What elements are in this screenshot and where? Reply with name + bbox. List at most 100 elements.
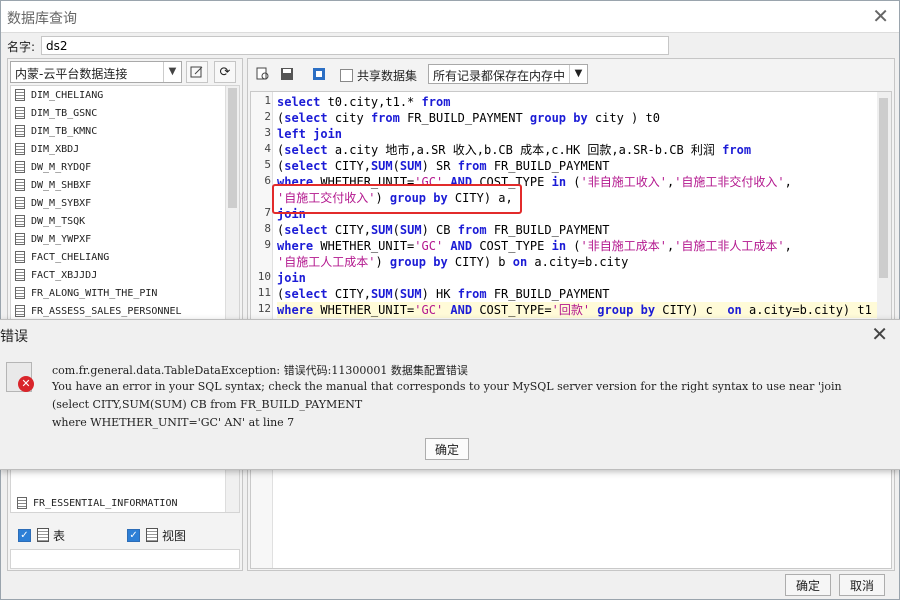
connection-select[interactable]: 内蒙-云平台数据连接 ▼: [10, 61, 182, 83]
table-icon: [17, 497, 27, 509]
parameter-icon[interactable]: [308, 63, 330, 85]
line-number: 3: [264, 126, 271, 139]
table-icon: [15, 251, 25, 263]
code-line: (select city from FR_BUILD_PAYMENT group…: [277, 111, 660, 125]
table-list-item[interactable]: DW_M_SYBXF: [11, 194, 226, 212]
table-name: DW_M_SHBXF: [31, 179, 92, 191]
table-name: DW_M_YWPXF: [31, 233, 92, 245]
code-line: (select a.city 地市,a.SR 收入,b.CB 成本,c.HK 回…: [277, 143, 752, 157]
table-name: FR_ASSESS_SALES_PERSONNEL: [31, 305, 182, 317]
table-icon: [15, 143, 25, 155]
share-dataset-option[interactable]: 共享数据集: [340, 67, 417, 84]
left-panel: 内蒙-云平台数据连接 ▼ ⟳ DIM_CHELIANG DIM_TB_GSNC DI…: [7, 58, 243, 571]
table-name: DIM_CHELIANG: [31, 89, 104, 101]
code-line: '自施工人工成本') group by CITY) b on a.city=b.…: [277, 255, 629, 269]
line-number: 6: [264, 174, 271, 187]
table-icon: [37, 528, 49, 542]
database-query-dialog: 数据库查询 ✕ 名字: 内蒙-云平台数据连接 ▼ ⟳ DIM_CHELIANGD…: [0, 0, 900, 600]
dialog-titlebar: 数据库查询 ✕: [1, 1, 899, 33]
view-option-label: 视图: [162, 528, 187, 543]
share-dataset-label: 共享数据集: [357, 69, 418, 83]
close-icon[interactable]: ✕: [872, 5, 889, 27]
code-line: left join: [277, 127, 343, 141]
line-number: 9: [264, 238, 271, 251]
code-line: (select CITY,SUM(SUM) HK from FR_BUILD_P…: [277, 287, 610, 301]
table-name: FR_ESSENTIAL_INFORMATION: [33, 497, 178, 509]
table-checkbox[interactable]: ✓: [18, 528, 31, 542]
line-number: 7: [264, 206, 271, 219]
error-message-line: where WHETHER_UNIT='GC' AN' at line 7: [52, 416, 295, 429]
code-line: (select CITY,SUM(SUM) CB from FR_BUILD_P…: [277, 223, 610, 237]
table-rows: DIM_CHELIANG DIM_TB_GSNC DIM_TB_KMNC DIM_XB…: [11, 86, 226, 320]
refresh-icon[interactable]: ⟳: [214, 61, 236, 83]
table-icon: [15, 215, 25, 227]
view-options: ✓ 表 ✓ 视图: [18, 525, 186, 545]
table-icon: [15, 197, 25, 209]
code-line-current: where WHETHER_UNIT='GC' AND COST_TYPE='回…: [277, 302, 891, 318]
error-icon: ✕: [18, 376, 34, 392]
connection-select-value: 内蒙-云平台数据连接: [15, 67, 128, 81]
code-line: join: [277, 271, 306, 285]
table-rows-lower: FR_ESSENTIAL_INFORMATION FR_FREELY_BASICS…: [13, 494, 228, 513]
view-checkbox[interactable]: ✓: [127, 528, 141, 542]
line-number: 1: [264, 94, 271, 107]
table-icon: [15, 179, 25, 191]
table-list-item[interactable]: DW_M_TSQK: [11, 212, 226, 230]
save-icon[interactable]: [276, 63, 298, 85]
table-list-item[interactable]: DW_M_RYDQF: [11, 158, 226, 176]
right-panel: 共享数据集 所有记录都保存在内存中 ▼ 1 2 3 4 5 6 7 8 9 10 11 12 sele…: [247, 58, 895, 571]
cancel-button[interactable]: 取消: [839, 574, 885, 596]
table-list-item[interactable]: DIM_CHELIANG: [11, 86, 226, 104]
editor-scrollbar[interactable]: [877, 92, 891, 322]
table-option-label: 表: [53, 528, 66, 543]
error-message-line: You have an error in your SQL syntax; ch…: [52, 380, 842, 393]
cache-mode-select[interactable]: 所有记录都保存在内存中 ▼: [428, 64, 588, 84]
table-name: DW_M_TSQK: [31, 215, 86, 227]
highlight-annotation: [272, 184, 522, 214]
table-name: FACT_CHELIANG: [31, 251, 110, 263]
cache-mode-value: 所有记录都保存在内存中: [433, 69, 566, 83]
table-name: DIM_TB_KMNC: [31, 125, 98, 137]
view-icon: [146, 528, 159, 542]
name-input[interactable]: [41, 36, 669, 55]
table-icon: [15, 107, 25, 119]
ok-button[interactable]: 确定: [785, 574, 831, 596]
table-icon: [15, 305, 25, 317]
chevron-down-icon[interactable]: ▼: [569, 65, 587, 83]
table-list-item[interactable]: FR_ASSESS_SALES_PERSONNEL: [11, 302, 226, 320]
table-list-item[interactable]: FR_ESSENTIAL_INFORMATION: [13, 494, 228, 512]
line-number: 10: [257, 270, 271, 283]
line-number: 5: [264, 158, 271, 171]
chevron-down-icon[interactable]: ▼: [163, 62, 181, 82]
line-number: 8: [264, 222, 271, 235]
table-name: DW_M_RYDQF: [31, 161, 92, 173]
table-list-item[interactable]: DIM_TB_KMNC: [11, 122, 226, 140]
line-number: 11: [257, 286, 271, 299]
table-list-item[interactable]: FACT_XBJJDJ: [11, 266, 226, 284]
table-list-item[interactable]: FR_ALONG_WITH_THE_PIN: [11, 284, 226, 302]
table-filter-input[interactable]: [10, 549, 240, 569]
table-icon: [15, 161, 25, 173]
table-list-item[interactable]: FR_FREELY_BASICS: [13, 512, 228, 513]
table-list-item[interactable]: DW_M_SHBXF: [11, 176, 226, 194]
table-icon: [15, 125, 25, 137]
share-dataset-checkbox[interactable]: [340, 69, 353, 82]
code-line: (select CITY,SUM(SUM) SR from FR_BUILD_P…: [277, 159, 610, 173]
preview-icon[interactable]: [252, 63, 274, 85]
table-list-item[interactable]: DIM_TB_GSNC: [11, 104, 226, 122]
table-list-item[interactable]: DW_M_YWPXF: [11, 230, 226, 248]
dialog-title: 数据库查询: [7, 11, 77, 27]
error-ok-button[interactable]: 确定: [425, 438, 469, 460]
table-name: FACT_XBJJDJ: [31, 269, 98, 281]
edit-connection-icon[interactable]: [186, 61, 208, 83]
error-dialog: 错误 ✕ ✕ com.fr.general.data.TableDataExce…: [0, 319, 900, 470]
close-icon[interactable]: ✕: [871, 322, 888, 346]
table-list-item[interactable]: DIM_XBDJ: [11, 140, 226, 158]
line-number: 2: [264, 110, 271, 123]
table-icon: [15, 287, 25, 299]
table-list-item[interactable]: FACT_CHELIANG: [11, 248, 226, 266]
line-number: 4: [264, 142, 271, 155]
table-icon: [15, 269, 25, 281]
name-label: 名字:: [7, 40, 36, 54]
error-message-line: com.fr.general.data.TableDataException: …: [52, 364, 468, 377]
